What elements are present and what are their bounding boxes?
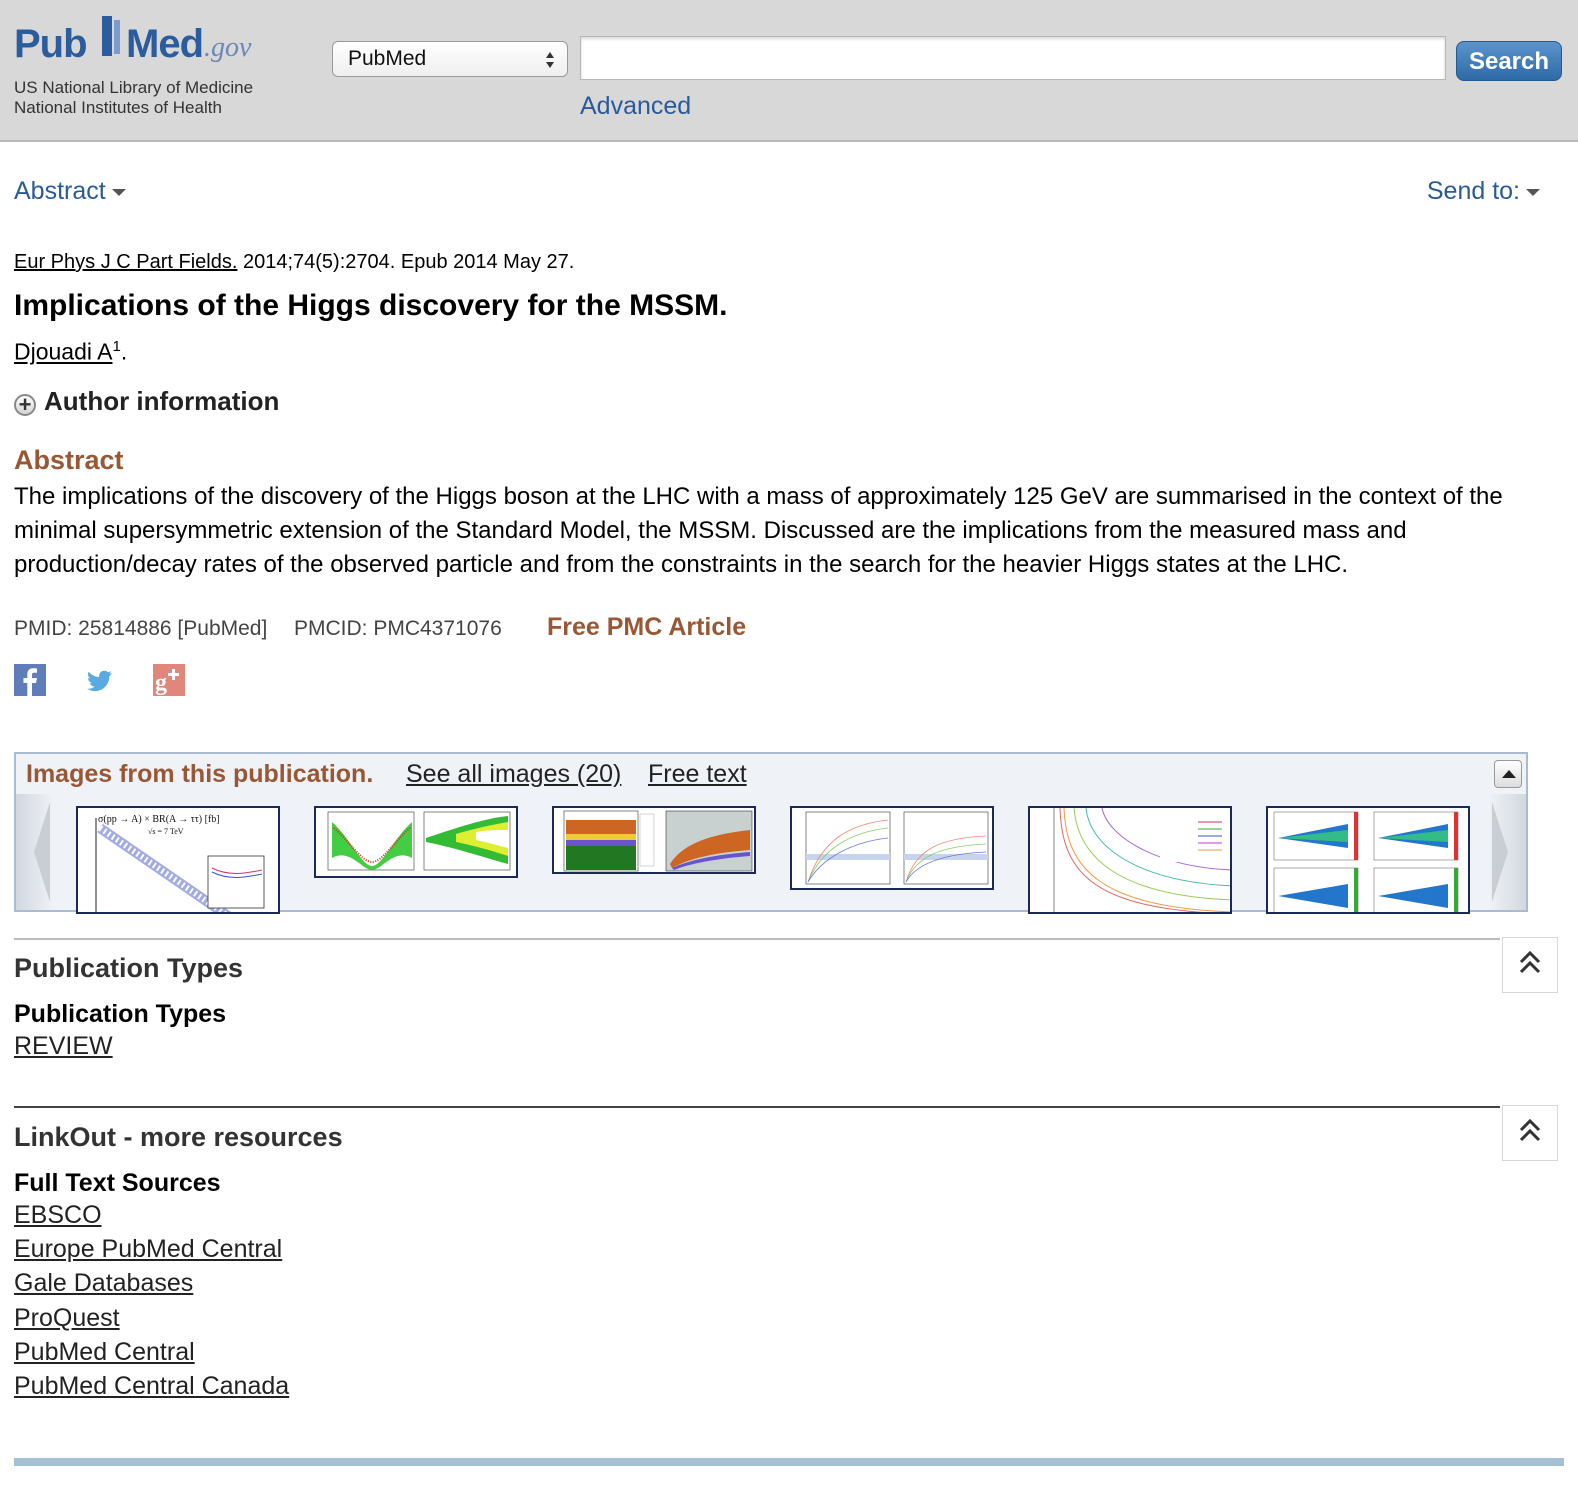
expand-plus-icon: + (14, 394, 36, 416)
collapse-section-button[interactable] (1502, 1105, 1558, 1161)
facebook-icon[interactable] (14, 664, 46, 696)
images-title: Images from this publication. (26, 760, 374, 788)
article-title: Implications of the Higgs discovery for … (14, 289, 728, 322)
full-text-source-link[interactable]: Europe PubMed Central (14, 1235, 282, 1264)
publication-image-thumbnail[interactable]: σ(pp → A) × BR(A → ττ) [fb] √s = 7 TeV (76, 806, 280, 914)
thumb-label: σ(pp → A) × BR(A → ττ) [fb] (98, 814, 220, 825)
nih-text: National Institutes of Health (14, 98, 222, 117)
format-dropdown-label: Abstract (14, 177, 106, 205)
publication-image-thumbnail[interactable] (314, 806, 518, 878)
images-from-publication: Images from this publication. See all im… (14, 752, 1528, 914)
section-divider (14, 938, 1500, 940)
thumb-label: √s = 7 TeV (148, 827, 184, 836)
search-input[interactable] (580, 36, 1446, 80)
section-divider (14, 1106, 1500, 1108)
thumbnail-plot (327, 811, 511, 871)
collapse-section-button[interactable] (1502, 937, 1558, 993)
chevron-down-icon (1526, 188, 1540, 196)
publication-types-heading: Publication Types (14, 953, 244, 983)
pmcid: PMCID: PMC4371076 (294, 617, 502, 640)
send-to-label: Send to: (1426, 177, 1520, 205)
nlm-text: US National Library of Medicine (14, 78, 254, 97)
free-text-link[interactable]: Free text (648, 760, 747, 789)
double-chevron-up-icon (1519, 1118, 1541, 1142)
free-pmc-article-link[interactable]: Free PMC Article (547, 613, 746, 642)
publication-image-thumbnail[interactable] (552, 806, 756, 874)
full-text-source-link[interactable]: EBSCO (14, 1201, 102, 1230)
database-select-value: PubMed (348, 47, 427, 70)
format-dropdown[interactable]: Abstract (14, 177, 126, 206)
publication-image-thumbnail[interactable] (1028, 806, 1232, 914)
linkout-heading: LinkOut - more resources (14, 1122, 343, 1152)
chevron-up-icon (1502, 770, 1516, 778)
full-text-source-link[interactable]: PubMed Central Canada (14, 1372, 289, 1401)
publication-type-link[interactable]: REVIEW (14, 1032, 113, 1061)
author-information-label: Author information (44, 386, 280, 416)
full-text-source-link[interactable]: PubMed Central (14, 1338, 195, 1367)
chevron-down-icon (111, 188, 126, 196)
pmid: PMID: 25814886 [PubMed] (14, 617, 268, 640)
thumbnail-plot: σ(pp → A) × BR(A → ττ) [fb] √s = 7 TeV (95, 814, 265, 912)
author-suffix: . (120, 338, 128, 365)
thumbnail-plot (1273, 811, 1459, 912)
author-information-toggle[interactable]: + Author information (14, 386, 279, 417)
see-all-images-link[interactable]: See all images (20) (406, 760, 621, 789)
collapse-images-button[interactable] (1494, 760, 1522, 788)
next-image-arrow[interactable] (1490, 794, 1526, 910)
publication-image-thumbnail[interactable] (1266, 806, 1470, 914)
previous-image-arrow[interactable] (16, 794, 52, 910)
abstract-heading: Abstract (14, 445, 124, 475)
header: Pub Med .gov US National Library of Medi… (0, 0, 1578, 142)
abstract-text: The implications of the discovery of the… (14, 483, 1503, 578)
logo-gov-text: .gov (204, 32, 252, 63)
author-link[interactable]: Djouadi A (14, 339, 112, 365)
footer-bar (14, 1458, 1564, 1466)
google-plus-icon[interactable]: g (153, 664, 185, 696)
logo-med-text: Med (126, 22, 204, 66)
author-affiliation-sup: 1 (112, 338, 121, 355)
journal-link[interactable]: Eur Phys J C Part Fields. (14, 251, 237, 273)
thumbnail-plot (1053, 808, 1230, 912)
full-text-sources-heading: Full Text Sources (14, 1169, 221, 1197)
thumbnail-plot (805, 811, 989, 885)
search-button[interactable]: Search (1456, 41, 1562, 81)
twitter-icon[interactable] (84, 664, 116, 696)
pubmed-logo[interactable]: Pub Med .gov (14, 14, 254, 70)
author-list: Djouadi A1. (14, 338, 127, 366)
logo-pub-text: Pub (14, 22, 88, 66)
full-text-source-link[interactable]: Gale Databases (14, 1269, 193, 1298)
database-select[interactable]: PubMed (332, 41, 568, 77)
send-to-dropdown[interactable]: Send to: (1427, 177, 1540, 206)
thumbnail-plot (563, 810, 753, 872)
advanced-search-link[interactable]: Advanced (580, 92, 691, 121)
publication-image-thumbnail[interactable] (790, 806, 994, 890)
double-chevron-up-icon (1519, 950, 1541, 974)
full-text-source-link[interactable]: ProQuest (14, 1304, 120, 1333)
svg-text:g: g (155, 670, 167, 696)
select-arrows-icon (546, 52, 554, 68)
citation: Eur Phys J C Part Fields. 2014;74(5):270… (14, 251, 574, 274)
publication-types-subheading: Publication Types (14, 1000, 227, 1028)
citation-details: 2014;74(5):2704. Epub 2014 May 27. (237, 251, 575, 273)
